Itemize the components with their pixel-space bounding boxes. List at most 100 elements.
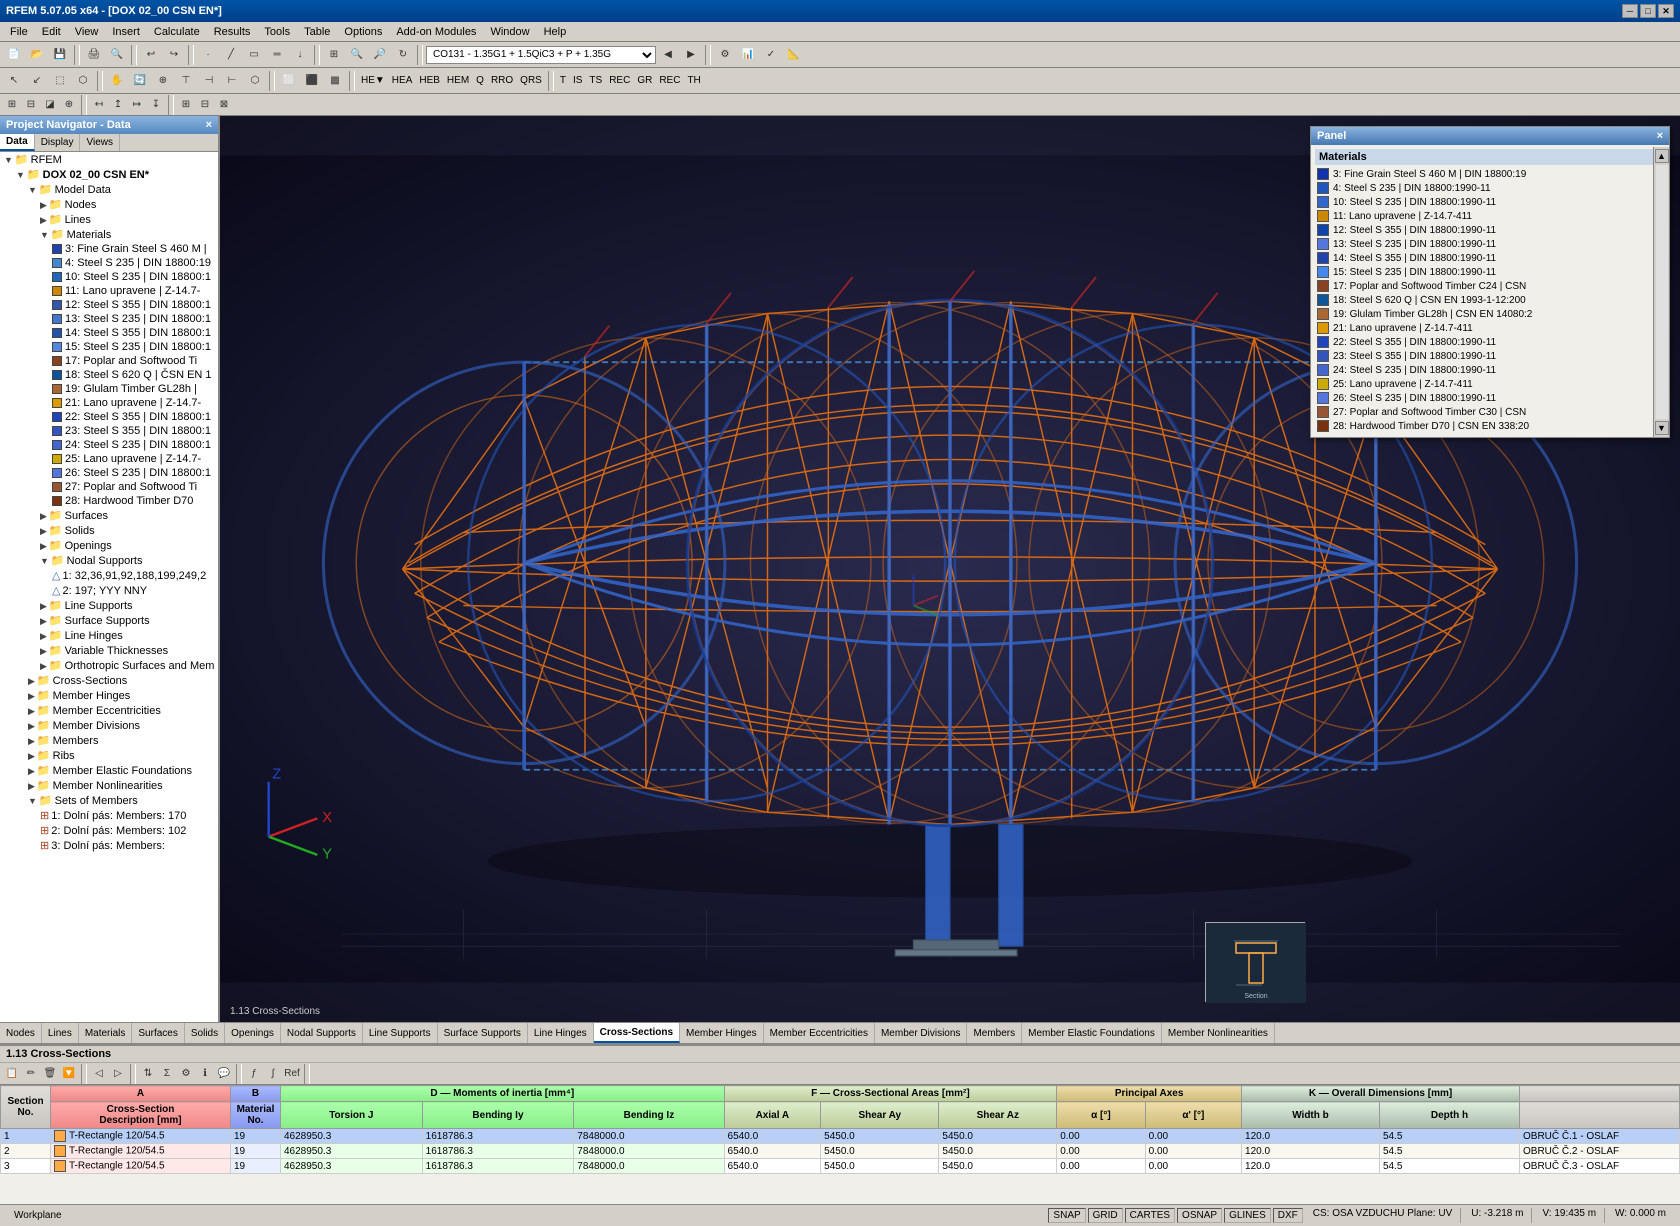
bottom-tab-cross-sections[interactable]: Cross-Sections xyxy=(594,1023,680,1043)
bottom-tab-lines[interactable]: Lines xyxy=(42,1023,79,1043)
panel-material-row[interactable]: 22: Steel S 355 | DIN 18800:1990-11 xyxy=(1315,335,1665,349)
print-button[interactable]: 🖨 xyxy=(83,44,105,66)
panel-material-row[interactable]: 11: Lano upravene | Z-14.7-411 xyxy=(1315,209,1665,223)
panel-material-row[interactable]: 12: Steel S 355 | DIN 18800:1990-11 xyxy=(1315,223,1665,237)
load-icon[interactable]: ↓ xyxy=(289,44,311,66)
bottom-tab-surfaces[interactable]: Surfaces xyxy=(132,1023,184,1043)
view-side[interactable]: ⊢ xyxy=(221,70,243,92)
tree-item[interactable]: 23: Steel S 355 | DIN 18800:1 xyxy=(0,424,218,438)
bottom-tab-line-supports[interactable]: Line Supports xyxy=(363,1023,438,1043)
zoom-fit[interactable]: ⊞ xyxy=(323,44,345,66)
tree-item[interactable]: 26: Steel S 235 | DIN 18800:1 xyxy=(0,466,218,480)
bottom-tab-members[interactable]: Members xyxy=(967,1023,1022,1043)
table-calc[interactable]: ⚙ xyxy=(177,1065,195,1083)
tree-item[interactable]: ▶📁Member Hinges xyxy=(0,688,218,703)
scroll-up-btn[interactable]: ▲ xyxy=(1655,149,1669,163)
table-row[interactable]: 2T-Rectangle 120/54.5194628950.31618786.… xyxy=(1,1144,1680,1159)
tree-item[interactable]: ▶📁Line Supports xyxy=(0,598,218,613)
panel-material-row[interactable]: 14: Steel S 355 | DIN 18800:1990-11 xyxy=(1315,251,1665,265)
bottom-tab-solids[interactable]: Solids xyxy=(185,1023,225,1043)
bottom-tab-materials[interactable]: Materials xyxy=(79,1023,133,1043)
view-front[interactable]: ⊣ xyxy=(198,70,220,92)
tb3-11[interactable]: ⊠ xyxy=(215,96,233,114)
tree-item[interactable]: 14: Steel S 355 | DIN 18800:1 xyxy=(0,326,218,340)
tree-item[interactable]: ▶📁Orthotropic Surfaces and Mem xyxy=(0,658,218,673)
tree-item[interactable]: ▶📁Cross-Sections xyxy=(0,673,218,688)
menu-file[interactable]: File xyxy=(4,24,34,40)
tree-item[interactable]: 25: Lano upravene | Z-14.7- xyxy=(0,452,218,466)
tb3-9[interactable]: ⊞ xyxy=(177,96,195,114)
tree-item[interactable]: ▶📁Surfaces xyxy=(0,508,218,523)
menu-addons[interactable]: Add-on Modules xyxy=(390,24,482,40)
tree-item[interactable]: 13: Steel S 235 | DIN 18800:1 xyxy=(0,312,218,326)
nav-tab-display[interactable]: Display xyxy=(35,134,81,151)
tree-item[interactable]: ⊞3: Dolní pás: Members: xyxy=(0,838,218,853)
rotate3d[interactable]: 🔄 xyxy=(129,70,151,92)
line-icon[interactable]: ╱ xyxy=(220,44,242,66)
panel-material-row[interactable]: 15: Steel S 235 | DIN 18800:1990-11 xyxy=(1315,265,1665,279)
panel-material-row[interactable]: 27: Poplar and Softwood Timber C30 | ČSN xyxy=(1315,405,1665,419)
panel-material-row[interactable]: 26: Steel S 235 | DIN 18800:1990-11 xyxy=(1315,391,1665,405)
deselect-button[interactable]: ↙ xyxy=(26,70,48,92)
panel-material-row[interactable]: 10: Steel S 235 | DIN 18800:1990-11 xyxy=(1315,195,1665,209)
printpreview-button[interactable]: 🔍 xyxy=(106,44,128,66)
member-icon[interactable]: ═ xyxy=(266,44,288,66)
tree-item[interactable]: ▶📁Variable Thicknesses xyxy=(0,643,218,658)
nav-tab-views[interactable]: Views xyxy=(80,134,120,151)
table-filter[interactable]: 🔽 xyxy=(60,1065,78,1083)
menu-view[interactable]: View xyxy=(69,24,105,40)
select-button[interactable]: ↖ xyxy=(3,70,25,92)
rotate[interactable]: ↻ xyxy=(392,44,414,66)
pan[interactable]: ✋ xyxy=(106,70,128,92)
view-top[interactable]: ⊤ xyxy=(175,70,197,92)
3d-view[interactable]: X Y Z xyxy=(220,116,1680,1022)
menu-insert[interactable]: Insert xyxy=(106,24,146,40)
tree-item[interactable]: ⊞1: Dolní pás: Members: 170 xyxy=(0,808,218,823)
tree-item[interactable]: ▶📁Lines xyxy=(0,212,218,227)
node-icon[interactable]: · xyxy=(197,44,219,66)
render-wire[interactable]: ⬜ xyxy=(278,70,300,92)
tree-item[interactable]: ▶📁Members xyxy=(0,733,218,748)
panel-close-btn[interactable]: × xyxy=(1657,130,1663,142)
view-3d-btn[interactable]: ⬡ xyxy=(244,70,266,92)
menu-results[interactable]: Results xyxy=(208,24,257,40)
panel-material-row[interactable]: 13: Steel S 235 | DIN 18800:1990-11 xyxy=(1315,237,1665,251)
panel-material-row[interactable]: 28: Hardwood Timber D70 | ČSN EN 338:20 xyxy=(1315,419,1665,433)
panel-material-row[interactable]: 17: Poplar and Softwood Timber C24 | ČSN xyxy=(1315,279,1665,293)
tree-item[interactable]: △2: 197; YYY NNY xyxy=(0,583,218,598)
panel-material-row[interactable]: 19: Glulam Timber GL28h | ČSN EN 14080:2 xyxy=(1315,307,1665,321)
tb3-10[interactable]: ⊟ xyxy=(196,96,214,114)
calculate-button[interactable]: ⚙ xyxy=(714,44,736,66)
menu-edit[interactable]: Edit xyxy=(36,24,67,40)
table-row[interactable]: 1T-Rectangle 120/54.5194628950.31618786.… xyxy=(1,1129,1680,1144)
check-button[interactable]: ✓ xyxy=(760,44,782,66)
bottom-tab-member-hinges[interactable]: Member Hinges xyxy=(680,1023,764,1043)
tree-item[interactable]: 11: Lano upravene | Z-14.7- xyxy=(0,284,218,298)
table-row[interactable]: 3T-Rectangle 120/54.5194628950.31618786.… xyxy=(1,1159,1680,1174)
table-edit[interactable]: ✏ xyxy=(22,1065,40,1083)
menu-table[interactable]: Table xyxy=(298,24,336,40)
tb3-8[interactable]: ↧ xyxy=(147,96,165,114)
nav-tab-data[interactable]: Data xyxy=(0,134,35,151)
tree-item[interactable]: ▶📁Solids xyxy=(0,523,218,538)
tb3-4[interactable]: ⊕ xyxy=(60,96,78,114)
panel-material-row[interactable]: 25: Lano upravene | Z-14.7-411 xyxy=(1315,377,1665,391)
polygon-select[interactable]: ⬡ xyxy=(72,70,94,92)
status-osnap[interactable]: OSNAP xyxy=(1177,1208,1222,1223)
tree-item[interactable]: ▶📁Member Elastic Foundations xyxy=(0,763,218,778)
menu-calculate[interactable]: Calculate xyxy=(148,24,206,40)
menu-options[interactable]: Options xyxy=(338,24,388,40)
bottom-tab-member-eccentricities[interactable]: Member Eccentricities xyxy=(764,1023,875,1043)
status-grid[interactable]: GRID xyxy=(1088,1208,1123,1223)
tree-item[interactable]: ▼📁Sets of Members xyxy=(0,793,218,808)
tree-item[interactable]: ▼📁Materials xyxy=(0,227,218,242)
bottom-tab-member-elastic-foundations[interactable]: Member Elastic Foundations xyxy=(1022,1023,1162,1043)
render-shade[interactable]: ▩ xyxy=(324,70,346,92)
tree-item[interactable]: 12: Steel S 355 | DIN 18800:1 xyxy=(0,298,218,312)
tree-item[interactable]: ▶📁Nodes xyxy=(0,197,218,212)
bottom-tab-openings[interactable]: Openings xyxy=(225,1023,281,1043)
tree-item[interactable]: ▶📁Line Hinges xyxy=(0,628,218,643)
tree-item[interactable]: 24: Steel S 235 | DIN 18800:1 xyxy=(0,438,218,452)
tb3-7[interactable]: ↦ xyxy=(128,96,146,114)
render-solid[interactable]: ⬛ xyxy=(301,70,323,92)
